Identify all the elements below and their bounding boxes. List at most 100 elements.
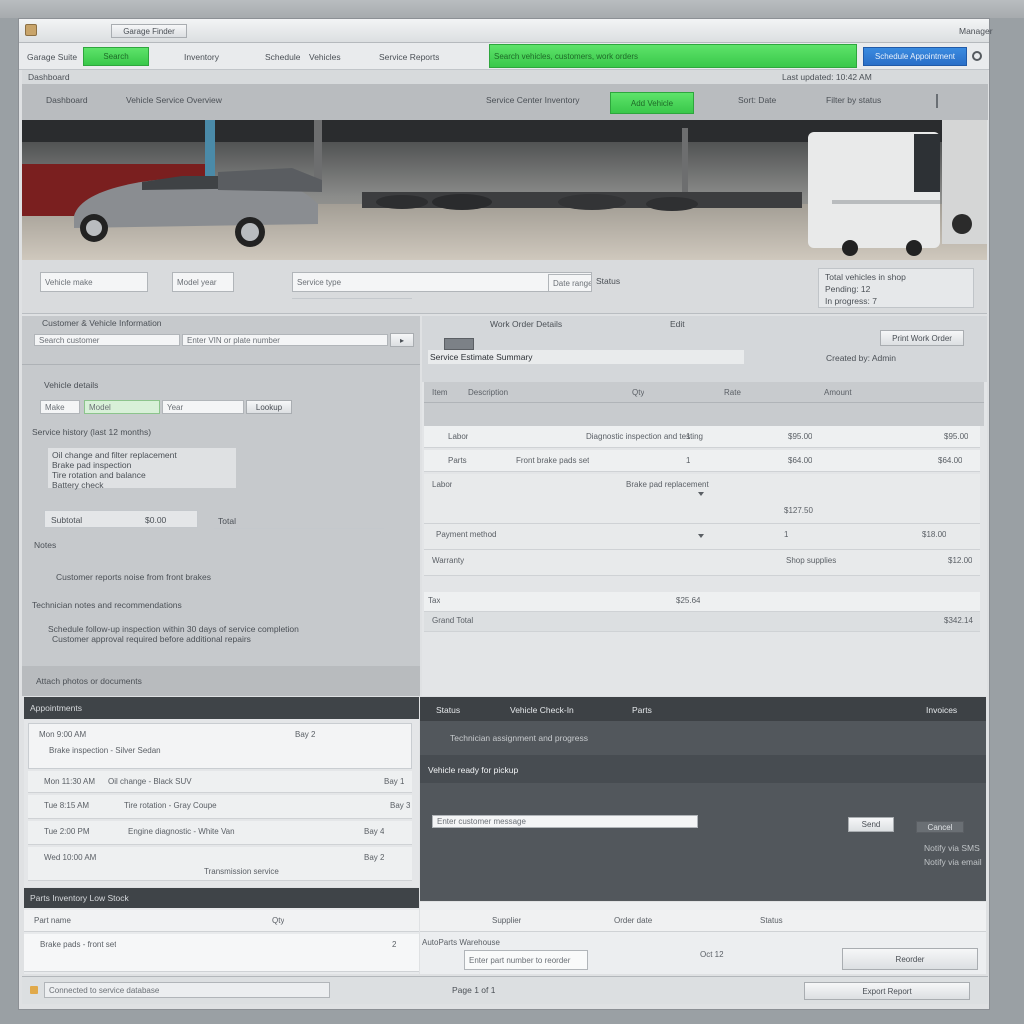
notify-sms-option[interactable]: Notify via SMS bbox=[924, 843, 980, 853]
send-button[interactable]: Send bbox=[848, 817, 894, 832]
service-type-filter[interactable]: Service type bbox=[292, 272, 592, 292]
column-header-rate[interactable]: Rate bbox=[724, 388, 741, 397]
table-row[interactable]: Parts Front brake pads set 1 $64.00 $64.… bbox=[424, 450, 980, 472]
list-item[interactable]: Battery check bbox=[52, 480, 104, 490]
table-row[interactable]: Tue 2:00 PM Engine diagnostic - White Va… bbox=[28, 821, 412, 845]
lookup-button[interactable]: Lookup bbox=[246, 400, 292, 414]
print-work-order-button[interactable]: Print Work Order bbox=[880, 330, 964, 346]
list-item[interactable]: Brake pad inspection bbox=[52, 460, 131, 470]
status-bar: Connected to service database Page 1 of … bbox=[22, 976, 988, 1004]
notes-title: Notes bbox=[34, 540, 57, 550]
vin-search-button[interactable]: ▸ bbox=[390, 333, 414, 347]
appointment-bay: Bay 2 bbox=[295, 730, 316, 739]
row-amount: $95.00 bbox=[944, 432, 969, 441]
column-header-description[interactable]: Description bbox=[468, 388, 508, 397]
tab-status[interactable]: Status bbox=[436, 705, 460, 715]
gear-icon[interactable] bbox=[972, 51, 982, 61]
nav-link-inventory[interactable]: Inventory bbox=[184, 52, 219, 62]
add-vehicle-button[interactable]: Add Vehicle bbox=[610, 92, 694, 114]
menu-icon[interactable] bbox=[936, 94, 940, 108]
vin-input[interactable]: Enter VIN or plate number bbox=[182, 334, 388, 346]
status-tabs: Status Vehicle Check-In Parts Invoices bbox=[420, 697, 986, 721]
toolbar-dashboard-link[interactable]: Dashboard bbox=[46, 95, 88, 105]
column-header-order-date[interactable]: Order date bbox=[614, 916, 652, 925]
schedule-appointment-button[interactable]: Schedule Appointment bbox=[863, 47, 967, 66]
subtotal-value: $0.00 bbox=[145, 515, 167, 525]
appointment-time: Mon 11:30 AM bbox=[44, 777, 95, 786]
status-filter[interactable]: Status bbox=[596, 276, 620, 286]
technician-notes-title: Technician notes and recommendations bbox=[32, 600, 182, 610]
row-rate: $64.00 bbox=[788, 456, 813, 465]
column-header-qty[interactable]: Qty bbox=[272, 916, 284, 925]
list-item[interactable]: Oil change and filter replacement bbox=[52, 450, 177, 460]
supplier-table-header: Supplier Order date Status bbox=[420, 910, 986, 932]
tab-parts[interactable]: Parts bbox=[632, 705, 652, 715]
chevron-down-icon[interactable] bbox=[698, 492, 704, 496]
model-field[interactable]: Model bbox=[84, 400, 160, 414]
column-header-part-name[interactable]: Part name bbox=[34, 916, 71, 925]
appointment-bay: Bay 4 bbox=[364, 827, 385, 836]
global-search-input[interactable]: Search vehicles, customers, work orders bbox=[489, 44, 857, 68]
table-row[interactable]: Payment method 1 $18.00 bbox=[424, 524, 980, 550]
nav-link-service-reports[interactable]: Service Reports bbox=[379, 52, 439, 62]
chevron-down-icon[interactable] bbox=[698, 534, 704, 538]
attachment-bar[interactable]: Attach photos or documents bbox=[22, 666, 420, 696]
nav-link-schedule[interactable]: Schedule bbox=[265, 52, 300, 62]
make-field[interactable]: Make bbox=[40, 400, 80, 414]
table-row[interactable]: Mon 9:00 AM Brake inspection - Silver Se… bbox=[28, 723, 412, 769]
customer-search-input[interactable]: Search customer bbox=[34, 334, 180, 346]
appointment-time: Mon 9:00 AM bbox=[39, 730, 87, 739]
table-row[interactable]: Wed 10:00 AM Transmission service Bay 2 bbox=[28, 847, 412, 881]
table-row[interactable]: Labor Brake pad replacement $127.50 bbox=[424, 474, 980, 524]
filter-bar: Vehicle make Model year Service type Dat… bbox=[22, 260, 987, 314]
attachment-label: Attach photos or documents bbox=[36, 676, 142, 686]
section-title: Service Center Inventory bbox=[486, 95, 580, 105]
tab-invoices[interactable]: Invoices bbox=[926, 705, 957, 715]
pending-count: Pending: 12 bbox=[825, 284, 871, 294]
column-header-supplier[interactable]: Supplier bbox=[492, 916, 521, 925]
divider bbox=[22, 364, 420, 365]
breadcrumb[interactable]: Dashboard bbox=[28, 72, 70, 82]
make-filter[interactable]: Vehicle make bbox=[40, 272, 148, 292]
date-range-filter[interactable]: Date range bbox=[548, 274, 592, 292]
reorder-button[interactable]: Reorder bbox=[842, 948, 978, 970]
nav-link-vehicles[interactable]: Vehicles bbox=[309, 52, 341, 62]
year-filter[interactable]: Model year bbox=[172, 272, 234, 292]
column-header-amount[interactable]: Amount bbox=[824, 388, 852, 397]
column-header-qty[interactable]: Qty bbox=[632, 388, 644, 397]
header-divider bbox=[424, 402, 984, 403]
row-qty: 1 bbox=[686, 432, 691, 441]
part-qty: 2 bbox=[392, 940, 397, 949]
ready-banner: Vehicle ready for pickup bbox=[420, 755, 986, 783]
list-item[interactable]: Tire rotation and balance bbox=[52, 470, 146, 480]
edit-link[interactable]: Edit bbox=[670, 319, 685, 329]
sort-dropdown[interactable]: Sort: Date bbox=[738, 95, 776, 105]
notify-email-option[interactable]: Notify via email bbox=[924, 857, 982, 867]
cancel-button[interactable]: Cancel bbox=[916, 821, 964, 833]
year-field[interactable]: Year bbox=[162, 400, 244, 414]
row-item: Labor bbox=[448, 432, 469, 441]
row-item: Warranty bbox=[432, 556, 465, 565]
row-rate: $95.00 bbox=[788, 432, 813, 441]
column-header-item[interactable]: Item bbox=[432, 388, 448, 397]
tab-vehicle-check-in[interactable]: Vehicle Check-In bbox=[510, 705, 574, 715]
column-header-status[interactable]: Status bbox=[760, 916, 783, 925]
status-filter-dropdown[interactable]: Filter by status bbox=[826, 95, 881, 105]
estimate-summary-bar: Service Estimate Summary bbox=[428, 350, 744, 364]
export-report-button[interactable]: Export Report bbox=[804, 982, 970, 1000]
table-row[interactable]: Mon 11:30 AM Oil change - Black SUV Bay … bbox=[28, 771, 412, 793]
table-row[interactable]: Warranty Shop supplies $12.00 bbox=[424, 550, 980, 576]
nav-search-button[interactable]: Search bbox=[83, 47, 149, 66]
browser-tab[interactable]: Garage Finder bbox=[111, 24, 187, 38]
total-label: Total bbox=[218, 516, 236, 526]
customer-message-input[interactable]: Enter customer message bbox=[432, 815, 698, 828]
table-row[interactable]: Brake pads - front set 2 bbox=[24, 934, 419, 972]
filter-divider bbox=[292, 298, 412, 299]
tax-value: $25.64 bbox=[676, 596, 701, 605]
page-indicator: Page 1 of 1 bbox=[452, 985, 496, 995]
table-row[interactable]: Labor Diagnostic inspection and testing … bbox=[424, 426, 980, 448]
approval-note: Customer approval required before additi… bbox=[52, 634, 251, 644]
table-row[interactable]: Tue 8:15 AM Tire rotation - Gray Coupe B… bbox=[28, 795, 412, 819]
part-number-input[interactable]: Enter part number to reorder bbox=[464, 950, 588, 970]
row-amount: $64.00 bbox=[938, 456, 963, 465]
